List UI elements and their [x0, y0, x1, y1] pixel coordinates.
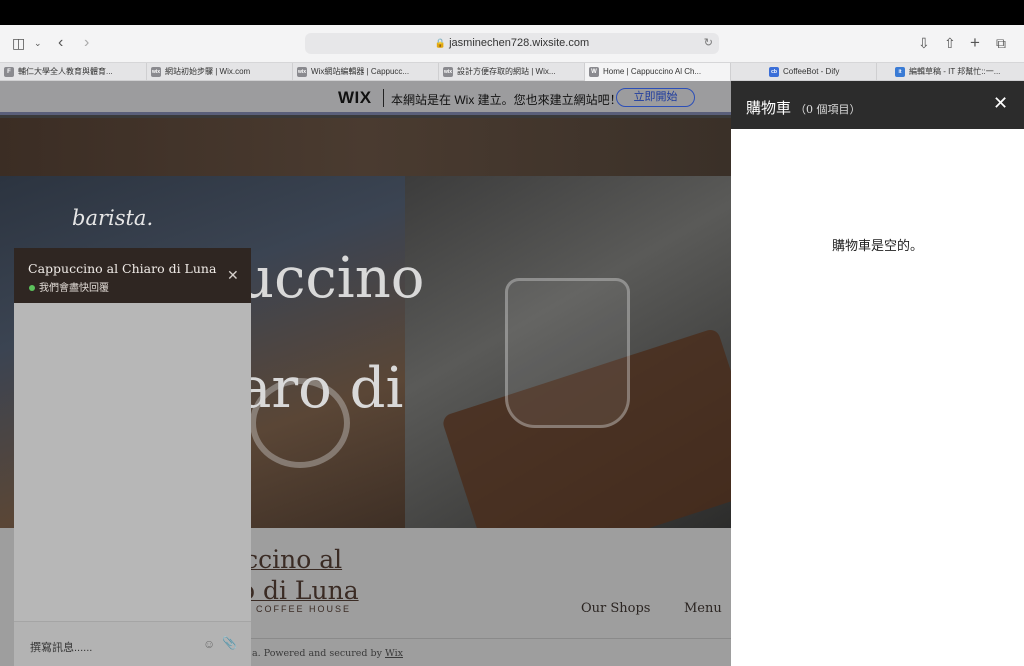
tab-label: 輔仁大學全人教育與體育... [18, 67, 113, 76]
emoji-icon[interactable]: ☺ [203, 637, 215, 651]
tab-overview-icon[interactable]: ⧉ [996, 33, 1006, 53]
footer-text: a. Powered and secured by Wix [252, 648, 403, 659]
tab-favicon-icon: wix [151, 67, 161, 77]
footer-prefix: a. Powered and secured by [252, 648, 385, 659]
tab-label: 網站初始步驟 | Wix.com [165, 67, 251, 76]
tab-label: CoffeeBot - Dify [783, 67, 840, 76]
cart-panel: 購物車 （0 個項目） ✕ 購物車是空的。 [731, 81, 1024, 666]
menu-bar [0, 0, 1024, 25]
chat-messages-area [14, 303, 251, 621]
cart-title: 購物車 （0 個項目） [746, 97, 861, 118]
reload-icon[interactable]: ↻ [704, 33, 713, 54]
chat-widget: Cappuccino al Chiaro di Luna 我們會盡快回覆 ✕ 撰… [14, 248, 251, 666]
cart-title-text: 購物車 [746, 99, 792, 117]
tab-6[interactable]: cb CoffeeBot - Dify [731, 63, 877, 81]
cart-header: 購物車 （0 個項目） ✕ [731, 81, 1024, 129]
site-tagline: COFFEE HOUSE [256, 604, 352, 614]
chat-title: Cappuccino al Chiaro di Luna [28, 261, 217, 276]
cart-empty-message: 購物車是空的。 [831, 239, 923, 254]
hero-heading-line2: aro di [238, 356, 404, 421]
tab-label: Wix網站編輯器 | Cappucc... [311, 67, 410, 76]
tab-2[interactable]: wix 網站初始步驟 | Wix.com [147, 63, 293, 81]
browser-toolbar: ◫ ⌄ ‹ › 🔒 jasminechen728.wixsite.com ↻ ⇩ … [0, 25, 1024, 62]
new-tab-icon[interactable]: + [970, 33, 980, 53]
tab-favicon-icon: F [4, 67, 14, 77]
glass-shape [505, 278, 630, 428]
tab-favicon-icon: W [589, 67, 599, 77]
sidebar-toggle-icon[interactable]: ◫ [12, 33, 25, 53]
tab-favicon-icon: cb [769, 67, 779, 77]
tab-label: 編輯草稿 - IT 邦幫忙::一... [909, 67, 1001, 76]
start-now-button[interactable]: 立即開始 [616, 88, 695, 107]
nav-menu[interactable]: Menu [684, 601, 722, 616]
forward-icon[interactable]: › [84, 33, 89, 53]
hero-heading-line1: uccino [238, 246, 425, 311]
tab-1[interactable]: F 輔仁大學全人教育與體育... [0, 63, 147, 81]
wix-banner: WIX 本網站是在 Wix 建立。您也來建立網站吧！ 立即開始 [0, 81, 731, 115]
tab-4[interactable]: wix 設計方便存取的網站 | Wix... [439, 63, 585, 81]
share-icon[interactable]: ⇧ [944, 33, 956, 53]
chat-message-input[interactable]: 撰寫訊息...... ☺ 📎 [14, 621, 251, 666]
tab-strip: F 輔仁大學全人教育與體育... wix 網站初始步驟 | Wix.com wi… [0, 62, 1024, 81]
nav-our-shops[interactable]: Our Shops [581, 601, 650, 616]
tab-label: 設計方便存取的網站 | Wix... [457, 67, 556, 76]
lock-icon: 🔒 [434, 38, 447, 48]
chat-input-placeholder: 撰寫訊息...... [30, 642, 93, 654]
footer-wix-link[interactable]: Wix [385, 648, 403, 659]
tab-7[interactable]: it 編輯草稿 - IT 邦幫忙::一... [877, 63, 1024, 81]
back-icon[interactable]: ‹ [58, 33, 63, 53]
download-icon[interactable]: ⇩ [918, 33, 930, 53]
tab-favicon-icon: wix [297, 67, 307, 77]
tab-5-active[interactable]: W Home | Cappuccino Al Ch... [585, 63, 731, 81]
chat-status: 我們會盡快回覆 [29, 279, 109, 294]
close-icon[interactable]: ✕ [993, 93, 1008, 114]
close-icon[interactable]: ✕ [227, 267, 239, 284]
cart-item-count: （0 個項目） [795, 103, 861, 116]
url-text: jasminechen728.wixsite.com [449, 37, 590, 49]
tab-favicon-icon: it [895, 67, 905, 77]
tab-favicon-icon: wix [443, 67, 453, 77]
chevron-down-icon[interactable]: ⌄ [34, 33, 42, 53]
tab-3[interactable]: wix Wix網站編輯器 | Cappucc... [293, 63, 439, 81]
chat-header: Cappuccino al Chiaro di Luna 我們會盡快回覆 ✕ [14, 248, 251, 303]
wix-logo[interactable]: WIX [338, 88, 372, 108]
wix-banner-text: 本網站是在 Wix 建立。您也來建立網站吧！ [391, 93, 622, 107]
divider [383, 89, 384, 107]
online-dot-icon [29, 285, 35, 291]
footer-divider [251, 638, 731, 639]
attachment-icon[interactable]: 📎 [222, 636, 237, 650]
barista-logo: barista. [72, 206, 154, 230]
chat-status-text: 我們會盡快回覆 [39, 283, 109, 294]
tab-label: Home | Cappuccino Al Ch... [603, 67, 702, 76]
hero-image-top [0, 118, 731, 176]
address-bar[interactable]: 🔒 jasminechen728.wixsite.com ↻ [305, 33, 719, 54]
